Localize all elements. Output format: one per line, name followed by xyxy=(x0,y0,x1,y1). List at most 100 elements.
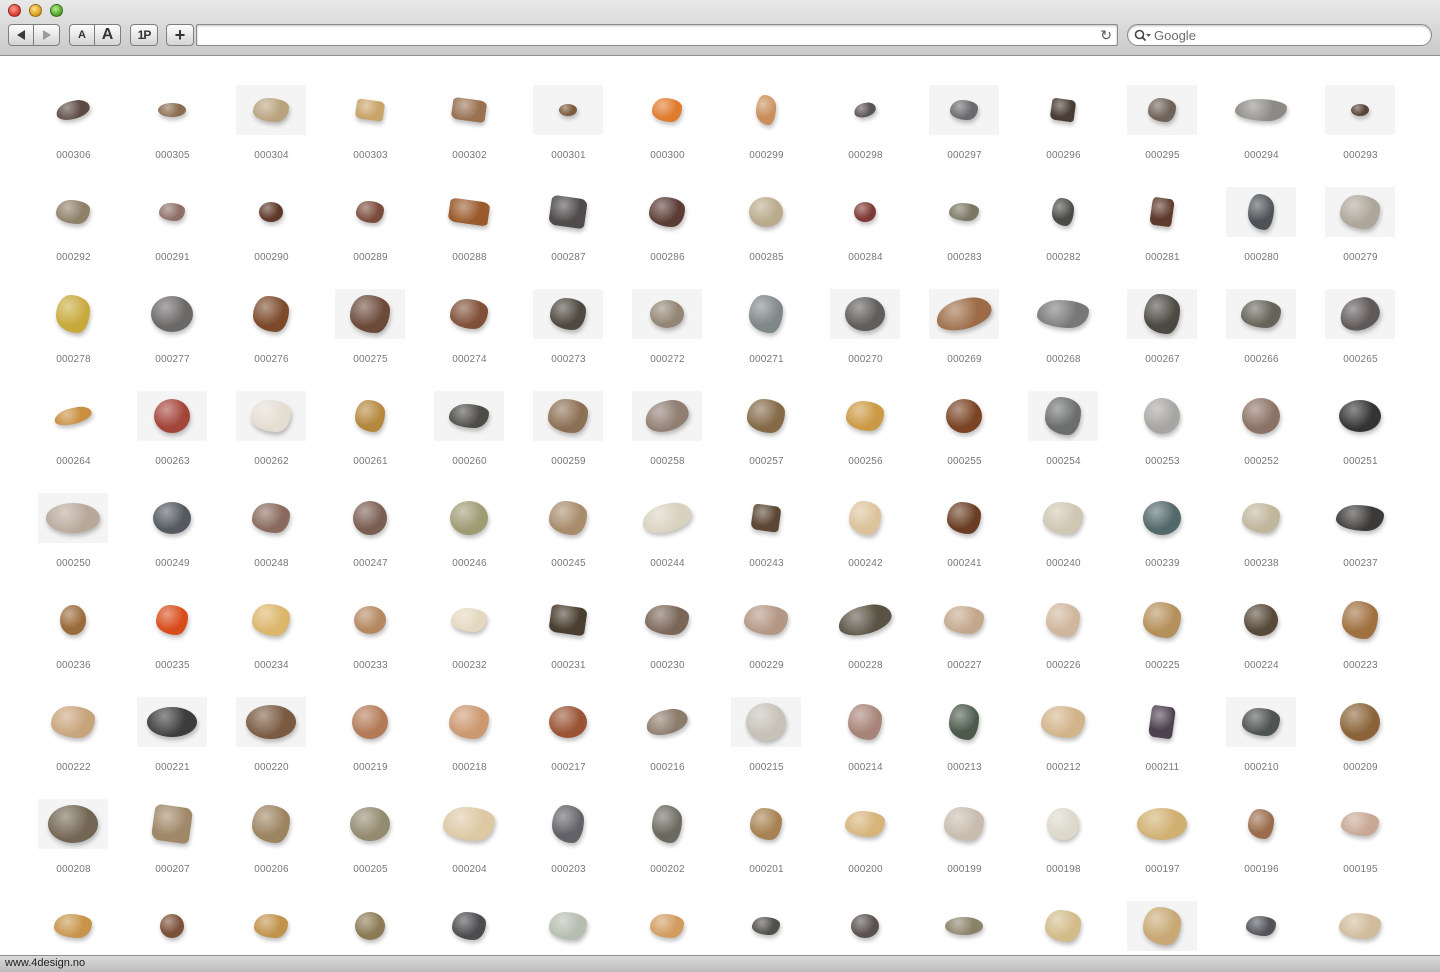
item-number-label[interactable]: 000266 xyxy=(1212,354,1311,365)
gallery-item[interactable]: 000271 xyxy=(717,283,816,385)
item-number-label[interactable]: 000285 xyxy=(717,252,816,263)
item-number-label[interactable]: 000206 xyxy=(222,864,321,875)
item-number-label[interactable]: 000203 xyxy=(519,864,618,875)
stone-thumbnail[interactable] xyxy=(731,391,801,441)
stone-thumbnail[interactable] xyxy=(434,901,504,951)
stone-thumbnail[interactable] xyxy=(632,799,702,849)
gallery-item[interactable]: 000250 xyxy=(24,487,123,589)
stone-thumbnail[interactable] xyxy=(1028,901,1098,951)
gallery-item[interactable]: 000227 xyxy=(915,589,1014,691)
item-number-label[interactable]: 000265 xyxy=(1311,354,1410,365)
stone-thumbnail[interactable] xyxy=(830,697,900,747)
gallery-item[interactable]: 000262 xyxy=(222,385,321,487)
gallery-item[interactable]: 000215 xyxy=(717,691,816,793)
gallery-item[interactable] xyxy=(123,895,222,955)
item-number-label[interactable]: 000254 xyxy=(1014,456,1113,467)
item-number-label[interactable]: 000288 xyxy=(420,252,519,263)
stone-thumbnail[interactable] xyxy=(533,697,603,747)
stone-thumbnail[interactable] xyxy=(38,187,108,237)
item-number-label[interactable]: 000301 xyxy=(519,150,618,161)
gallery-item[interactable]: 000289 xyxy=(321,181,420,283)
gallery-item[interactable]: 000200 xyxy=(816,793,915,895)
gallery-item[interactable]: 000205 xyxy=(321,793,420,895)
gallery-item[interactable]: 000204 xyxy=(420,793,519,895)
gallery-item[interactable] xyxy=(816,895,915,955)
stone-thumbnail[interactable] xyxy=(236,187,306,237)
gallery-item[interactable]: 000256 xyxy=(816,385,915,487)
stone-thumbnail[interactable] xyxy=(1325,187,1395,237)
item-number-label[interactable]: 000274 xyxy=(420,354,519,365)
item-number-label[interactable]: 000259 xyxy=(519,456,618,467)
item-number-label[interactable]: 000287 xyxy=(519,252,618,263)
stone-thumbnail[interactable] xyxy=(1028,493,1098,543)
item-number-label[interactable]: 000293 xyxy=(1311,150,1410,161)
stone-thumbnail[interactable] xyxy=(335,289,405,339)
item-number-label[interactable]: 000202 xyxy=(618,864,717,875)
gallery-item[interactable]: 000233 xyxy=(321,589,420,691)
item-number-label[interactable]: 000243 xyxy=(717,558,816,569)
stone-thumbnail[interactable] xyxy=(38,595,108,645)
stone-thumbnail[interactable] xyxy=(830,391,900,441)
gallery-item[interactable]: 000253 xyxy=(1113,385,1212,487)
gallery-item[interactable]: 000216 xyxy=(618,691,717,793)
item-number-label[interactable]: 000224 xyxy=(1212,660,1311,671)
gallery-item[interactable]: 000276 xyxy=(222,283,321,385)
stone-thumbnail[interactable] xyxy=(434,493,504,543)
gallery-item[interactable] xyxy=(1311,895,1410,955)
stone-thumbnail[interactable] xyxy=(1127,901,1197,951)
gallery-item[interactable]: 000275 xyxy=(321,283,420,385)
gallery-item[interactable]: 000292 xyxy=(24,181,123,283)
item-number-label[interactable]: 000237 xyxy=(1311,558,1410,569)
item-number-label[interactable]: 000204 xyxy=(420,864,519,875)
gallery-item[interactable]: 000199 xyxy=(915,793,1014,895)
stone-thumbnail[interactable] xyxy=(830,289,900,339)
stone-thumbnail[interactable] xyxy=(434,799,504,849)
gallery-item[interactable]: 000241 xyxy=(915,487,1014,589)
stone-thumbnail[interactable] xyxy=(1325,289,1395,339)
item-number-label[interactable]: 000200 xyxy=(816,864,915,875)
gallery-item[interactable]: 000231 xyxy=(519,589,618,691)
item-number-label[interactable]: 000268 xyxy=(1014,354,1113,365)
item-number-label[interactable]: 000305 xyxy=(123,150,222,161)
stone-thumbnail[interactable] xyxy=(335,799,405,849)
gallery-item[interactable]: 000198 xyxy=(1014,793,1113,895)
stone-thumbnail[interactable] xyxy=(1028,85,1098,135)
new-tab-button[interactable]: + xyxy=(166,24,194,46)
item-number-label[interactable]: 000249 xyxy=(123,558,222,569)
gallery-item[interactable]: 000286 xyxy=(618,181,717,283)
stone-thumbnail[interactable] xyxy=(533,799,603,849)
stone-thumbnail[interactable] xyxy=(335,391,405,441)
stone-thumbnail[interactable] xyxy=(1226,595,1296,645)
item-number-label[interactable]: 000270 xyxy=(816,354,915,365)
text-bigger-button[interactable]: A xyxy=(94,24,121,46)
stone-thumbnail[interactable] xyxy=(632,187,702,237)
stone-thumbnail[interactable] xyxy=(38,289,108,339)
item-number-label[interactable]: 000289 xyxy=(321,252,420,263)
address-bar[interactable]: ↻ xyxy=(196,24,1118,46)
item-number-label[interactable]: 000226 xyxy=(1014,660,1113,671)
stone-thumbnail[interactable] xyxy=(632,289,702,339)
gallery-item[interactable]: 000208 xyxy=(24,793,123,895)
gallery-item[interactable]: 000214 xyxy=(816,691,915,793)
stone-thumbnail[interactable] xyxy=(1127,595,1197,645)
gallery-item[interactable]: 000232 xyxy=(420,589,519,691)
item-number-label[interactable]: 000256 xyxy=(816,456,915,467)
stone-thumbnail[interactable] xyxy=(1127,391,1197,441)
gallery-item[interactable]: 000268 xyxy=(1014,283,1113,385)
gallery-item[interactable]: 000242 xyxy=(816,487,915,589)
stone-thumbnail[interactable] xyxy=(137,595,207,645)
item-number-label[interactable]: 000216 xyxy=(618,762,717,773)
stone-thumbnail[interactable] xyxy=(533,391,603,441)
gallery-item[interactable]: 000244 xyxy=(618,487,717,589)
stone-thumbnail[interactable] xyxy=(1325,901,1395,951)
item-number-label[interactable]: 000267 xyxy=(1113,354,1212,365)
item-number-label[interactable]: 000195 xyxy=(1311,864,1410,875)
stone-thumbnail[interactable] xyxy=(38,391,108,441)
item-number-label[interactable]: 000207 xyxy=(123,864,222,875)
stone-thumbnail[interactable] xyxy=(632,697,702,747)
gallery-item[interactable]: 000252 xyxy=(1212,385,1311,487)
item-number-label[interactable]: 000244 xyxy=(618,558,717,569)
stone-thumbnail[interactable] xyxy=(1127,493,1197,543)
stone-thumbnail[interactable] xyxy=(236,85,306,135)
gallery-item[interactable]: 000266 xyxy=(1212,283,1311,385)
